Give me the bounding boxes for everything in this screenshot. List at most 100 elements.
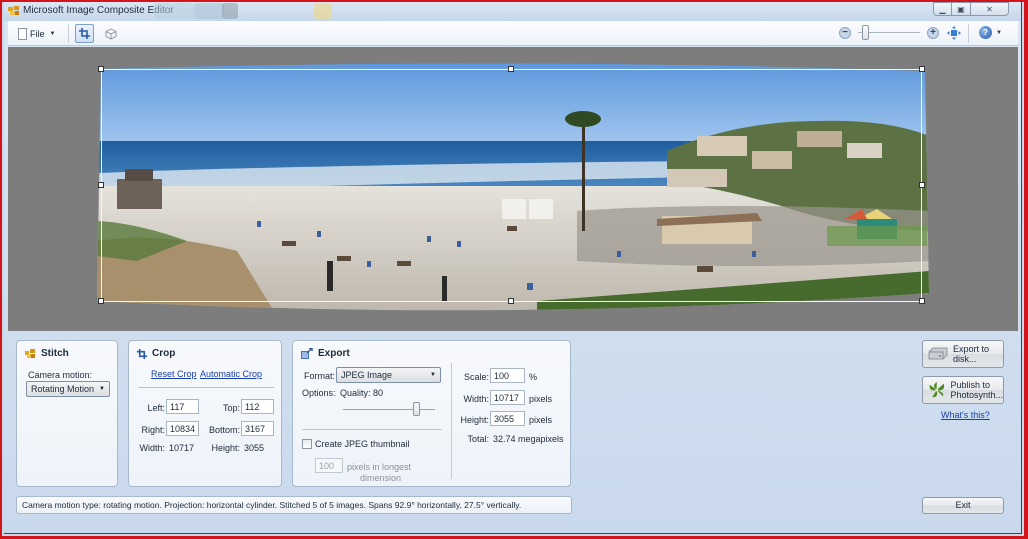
reset-crop-link[interactable]: Reset Crop	[151, 369, 197, 379]
plus-icon: +	[930, 27, 936, 38]
export-panel-title: Export	[301, 348, 350, 359]
publish-to-photosynth-button[interactable]: Publish to Photosynth...	[922, 376, 1004, 404]
export-to-disk-line1: Export to	[953, 344, 990, 354]
scale-label: Scale:	[463, 372, 489, 382]
stitch-title: Stitch	[41, 348, 69, 359]
crop-handle-bottom-left[interactable]	[98, 298, 104, 304]
toolbar-separator	[968, 24, 969, 43]
crop-handle-top-left[interactable]	[98, 66, 104, 72]
background-blur	[154, 3, 194, 19]
title-bar: Microsoft Image Composite Editor ▁ ▣ ✕	[4, 2, 1021, 21]
crop-panel: Crop Reset Crop Automatic Crop Left: 117…	[128, 340, 282, 487]
status-bar: Camera motion type: rotating motion. Pro…	[16, 496, 572, 514]
automatic-crop-link[interactable]: Automatic Crop	[200, 369, 262, 379]
total-label: Total:	[467, 434, 489, 444]
camera-motion-value: Rotating Motion	[31, 384, 95, 394]
crop-left-label: Left:	[147, 403, 165, 413]
export-separator	[302, 429, 442, 430]
export-height-input[interactable]: 3055	[490, 411, 525, 426]
export-to-disk-button[interactable]: Export to disk...	[922, 340, 1004, 368]
export-width-unit: pixels	[529, 394, 553, 404]
whats-this-link[interactable]: What's this?	[941, 410, 990, 420]
restore-icon: ▣	[957, 4, 965, 14]
photosynth-icon	[929, 382, 945, 398]
crop-icon	[137, 348, 147, 359]
file-menu-label: File	[30, 28, 45, 39]
crop-tool-button[interactable]	[75, 24, 94, 43]
thumbnail-size-input[interactable]: 100	[315, 458, 343, 473]
fit-to-window-icon[interactable]	[947, 26, 961, 40]
crop-right-input[interactable]: 10834	[166, 421, 199, 436]
format-dropdown[interactable]: JPEG Image ▼	[336, 367, 441, 383]
chevron-down-icon: ▼	[99, 386, 105, 392]
stitch-icon	[25, 348, 35, 358]
quality-slider-thumb[interactable]	[412, 402, 420, 416]
crop-handle-top[interactable]	[508, 66, 514, 72]
3d-view-button[interactable]	[102, 25, 119, 42]
minimize-button[interactable]: ▁	[933, 2, 952, 16]
quality-label: Quality: 80	[340, 388, 384, 398]
export-to-disk-label: Export to disk...	[953, 344, 989, 364]
document-icon	[18, 27, 27, 40]
export-vertical-separator	[451, 363, 452, 479]
screenshot-frame: Microsoft Image Composite Editor ▁ ▣ ✕ F…	[0, 0, 1028, 539]
crop-bottom-input[interactable]: 3167	[241, 421, 274, 436]
export-height-label: Height:	[460, 415, 489, 425]
stitch-panel: Stitch Camera motion: Rotating Motion ▼	[16, 340, 118, 487]
total-value: 32.74 megapixels	[493, 434, 564, 444]
crop-separator	[138, 387, 274, 388]
cube-icon	[105, 27, 116, 40]
preview-canvas[interactable]	[8, 47, 1018, 331]
camera-motion-label: Camera motion:	[28, 370, 93, 380]
chevron-down-icon: ▼	[49, 30, 56, 37]
close-button[interactable]: ✕	[971, 2, 1009, 16]
zoom-slider-thumb[interactable]	[862, 25, 870, 40]
background-blur	[194, 3, 224, 19]
publish-line2: Photosynth...	[950, 390, 1003, 400]
zoom-in-button[interactable]: +	[927, 27, 939, 39]
scale-unit: %	[529, 372, 538, 382]
publish-label: Publish to Photosynth...	[950, 380, 1003, 400]
zoom-out-button[interactable]: −	[839, 27, 851, 39]
export-title: Export	[318, 348, 350, 359]
camera-motion-dropdown[interactable]: Rotating Motion ▼	[26, 381, 110, 397]
format-value: JPEG Image	[341, 370, 393, 380]
quality-slider-track[interactable]	[343, 409, 435, 410]
crop-handle-right[interactable]	[919, 182, 925, 188]
crop-handle-top-right[interactable]	[919, 66, 925, 72]
thumbnail-desc-line1: pixels in longest	[347, 462, 412, 472]
jpeg-thumbnail-label[interactable]: Create JPEG thumbnail	[315, 439, 410, 449]
crop-handle-left[interactable]	[98, 182, 104, 188]
help-icon: ?	[979, 26, 992, 39]
toolbar-separator	[68, 24, 69, 43]
jpeg-thumbnail-checkbox[interactable]	[302, 439, 312, 449]
thumbnail-desc-line2: dimension	[360, 473, 402, 483]
background-blur	[314, 3, 332, 19]
format-label: Format:	[303, 371, 335, 381]
crop-top-input[interactable]: 112	[241, 399, 274, 414]
exit-button[interactable]: Exit	[922, 497, 1004, 514]
app-window: Microsoft Image Composite Editor ▁ ▣ ✕ F…	[4, 2, 1022, 534]
scale-input[interactable]: 100	[490, 368, 525, 383]
app-icon	[8, 6, 19, 15]
crop-left-input[interactable]: 117	[166, 399, 199, 414]
crop-height-label: Height:	[211, 443, 240, 453]
crop-width-value: 10717	[169, 443, 195, 453]
crop-title: Crop	[152, 348, 176, 359]
background-blur	[222, 3, 238, 19]
toolbar: File ▼ − + ? ▼	[8, 21, 1018, 46]
minimize-icon: ▁	[939, 4, 946, 14]
export-to-disk-line2: disk...	[953, 354, 977, 364]
crop-handle-bottom-right[interactable]	[919, 298, 925, 304]
export-width-input[interactable]: 10717	[490, 390, 525, 405]
crop-width-label: Width:	[139, 443, 165, 453]
file-menu-button[interactable]: File ▼	[18, 25, 55, 42]
export-height-unit: pixels	[529, 415, 553, 425]
crop-handle-bottom[interactable]	[508, 298, 514, 304]
export-icon	[301, 348, 313, 359]
help-menu-button[interactable]: ? ▼	[979, 26, 1002, 39]
panorama-image[interactable]	[97, 61, 929, 317]
restore-button[interactable]: ▣	[952, 2, 971, 16]
crop-panel-title: Crop	[137, 348, 175, 359]
options-label: Options:	[302, 388, 336, 398]
